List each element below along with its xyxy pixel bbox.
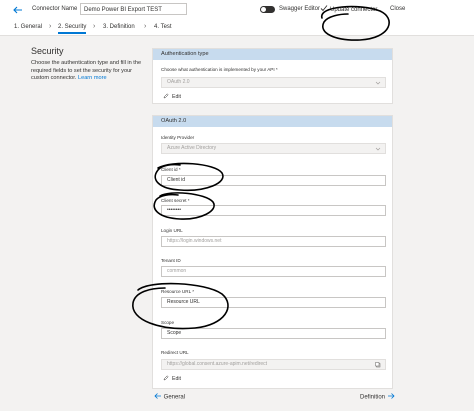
login-url-value: https://login.windows.net <box>167 238 222 244</box>
arrow-right-icon <box>387 393 395 399</box>
update-connector-button[interactable]: Update connector <box>320 4 377 16</box>
auth-type-header: Authentication type <box>153 49 392 60</box>
copy-icon[interactable] <box>375 362 381 368</box>
identity-provider-value: Azure Active Directory <box>167 145 217 151</box>
resource-url-input[interactable]: Resource URL <box>161 297 386 308</box>
resource-url-label: Resource URL * <box>161 289 195 294</box>
swagger-editor-toggle[interactable] <box>260 6 275 13</box>
auth-type-select[interactable]: OAuth 2.0 <box>161 77 386 88</box>
tenant-id-value: common <box>167 268 187 274</box>
tab-separator-icon: › <box>49 23 52 30</box>
pencil-icon <box>163 93 169 99</box>
back-label: General <box>163 394 186 401</box>
edit-label: Edit <box>172 376 181 382</box>
learn-more-link[interactable]: Learn more <box>78 75 107 81</box>
auth-type-label: Choose what authentication is implemente… <box>161 67 278 72</box>
scope-label: Scope <box>161 320 175 325</box>
redirect-url-label: Redirect URL <box>161 350 189 355</box>
chevron-down-icon <box>375 147 381 151</box>
client-secret-input[interactable]: •••••••• <box>161 205 386 216</box>
identity-provider-label: Identity Provider <box>161 135 195 140</box>
section-description: Choose the authentication type and fill … <box>31 60 143 83</box>
close-button[interactable]: Close <box>390 6 405 12</box>
checkmark-icon <box>320 5 328 12</box>
tab-test[interactable]: 4. Test <box>154 24 172 30</box>
section-title: Security <box>31 46 64 56</box>
client-secret-label: Client secret * <box>161 198 190 203</box>
oauth-edit-button[interactable]: Edit <box>163 375 181 382</box>
auth-type-card: Authentication type Choose what authenti… <box>152 48 393 104</box>
redirect-url-value: https://global.consent.azure-apim.net/re… <box>167 361 268 367</box>
chevron-down-icon <box>375 81 381 85</box>
login-url-input[interactable]: https://login.windows.net <box>161 236 386 247</box>
tab-separator-icon: › <box>93 23 96 30</box>
edit-label: Edit <box>172 94 181 100</box>
next-to-definition-button[interactable]: Definition <box>360 392 395 401</box>
scope-input[interactable]: Scope <box>161 328 386 339</box>
tenant-id-label: Tenant ID <box>161 258 181 263</box>
swagger-editor-label: Swagger Editor <box>279 6 321 12</box>
update-connector-label: Update connector <box>330 7 378 13</box>
tab-general[interactable]: 1. General <box>14 24 42 30</box>
tenant-id-input[interactable]: common <box>161 266 386 277</box>
arrow-left-icon <box>154 393 161 399</box>
connector-name-input[interactable]: Demo Power BI Export TEST <box>80 3 187 15</box>
next-label: Definition <box>360 394 386 401</box>
tab-security[interactable]: 2. Security <box>58 24 87 34</box>
oauth-card: OAuth 2.0 Identity Provider Azure Active… <box>152 115 393 389</box>
connector-name-label: Connector Name <box>32 6 78 12</box>
client-id-input[interactable]: Client id <box>161 175 386 186</box>
wizard-tabs: 1. General › 2. Security › 3. Definition… <box>0 20 474 36</box>
pencil-icon <box>163 375 169 381</box>
toggle-knob <box>261 7 266 12</box>
identity-provider-select[interactable]: Azure Active Directory <box>161 143 386 154</box>
auth-type-edit-button[interactable]: Edit <box>163 93 181 100</box>
client-id-label: Client id * <box>161 167 181 172</box>
top-bar: Connector Name Demo Power BI Export TEST… <box>0 0 474 21</box>
login-url-label: Login URL <box>161 228 183 233</box>
auth-type-value: OAuth 2.0 <box>167 79 190 85</box>
tab-separator-icon: › <box>144 23 147 30</box>
back-to-general-button[interactable]: General <box>154 392 185 401</box>
back-arrow-icon[interactable] <box>12 4 24 16</box>
oauth-header: OAuth 2.0 <box>153 116 392 127</box>
tab-definition[interactable]: 3. Definition <box>103 24 135 30</box>
redirect-url-input[interactable]: https://global.consent.azure-apim.net/re… <box>161 359 386 370</box>
